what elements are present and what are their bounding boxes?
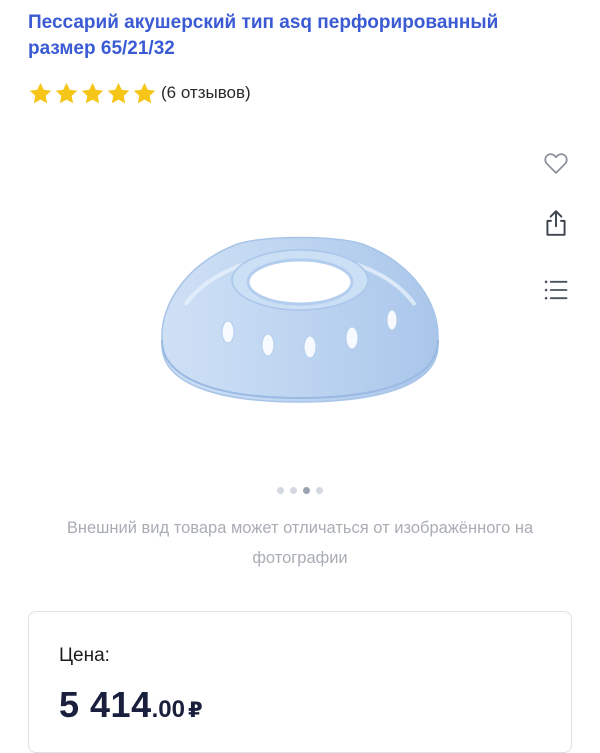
product-rating[interactable]: (6 отзывов)	[28, 80, 251, 106]
star-icon	[81, 82, 104, 103]
gallery-dot-2[interactable]	[290, 487, 297, 494]
share-icon	[546, 210, 566, 236]
list-button[interactable]	[540, 274, 572, 306]
image-disclaimer: Внешний вид товара может отличаться от и…	[66, 519, 534, 567]
reviews-link[interactable]: (6 отзывов)	[161, 83, 251, 103]
star-icon	[29, 82, 52, 103]
price-card: Цена: 5 414 .00 ₽	[28, 611, 572, 753]
price-currency: ₽	[187, 699, 203, 722]
product-title: Пессарий акушерский тип asq перфорирован…	[28, 12, 499, 59]
rating-stars	[28, 81, 157, 106]
price-integer: 5 414	[59, 684, 152, 725]
heart-outline-icon	[544, 153, 568, 174]
product-image[interactable]	[140, 210, 460, 420]
product-gallery[interactable]	[0, 120, 600, 480]
gallery-dot-1[interactable]	[277, 487, 284, 494]
star-icon	[107, 82, 130, 103]
share-button[interactable]	[540, 207, 572, 239]
star-icon	[133, 82, 156, 103]
favorite-button[interactable]	[540, 147, 572, 179]
gallery-dot-3[interactable]	[303, 487, 310, 494]
gallery-dot-4[interactable]	[316, 487, 323, 494]
list-icon	[544, 280, 568, 300]
gallery-pagination[interactable]	[0, 487, 600, 497]
price-value: 5 414 .00 ₽	[59, 684, 203, 726]
price-decimal: .00	[151, 696, 185, 723]
star-icon	[55, 82, 78, 103]
price-label: Цена:	[59, 645, 110, 666]
